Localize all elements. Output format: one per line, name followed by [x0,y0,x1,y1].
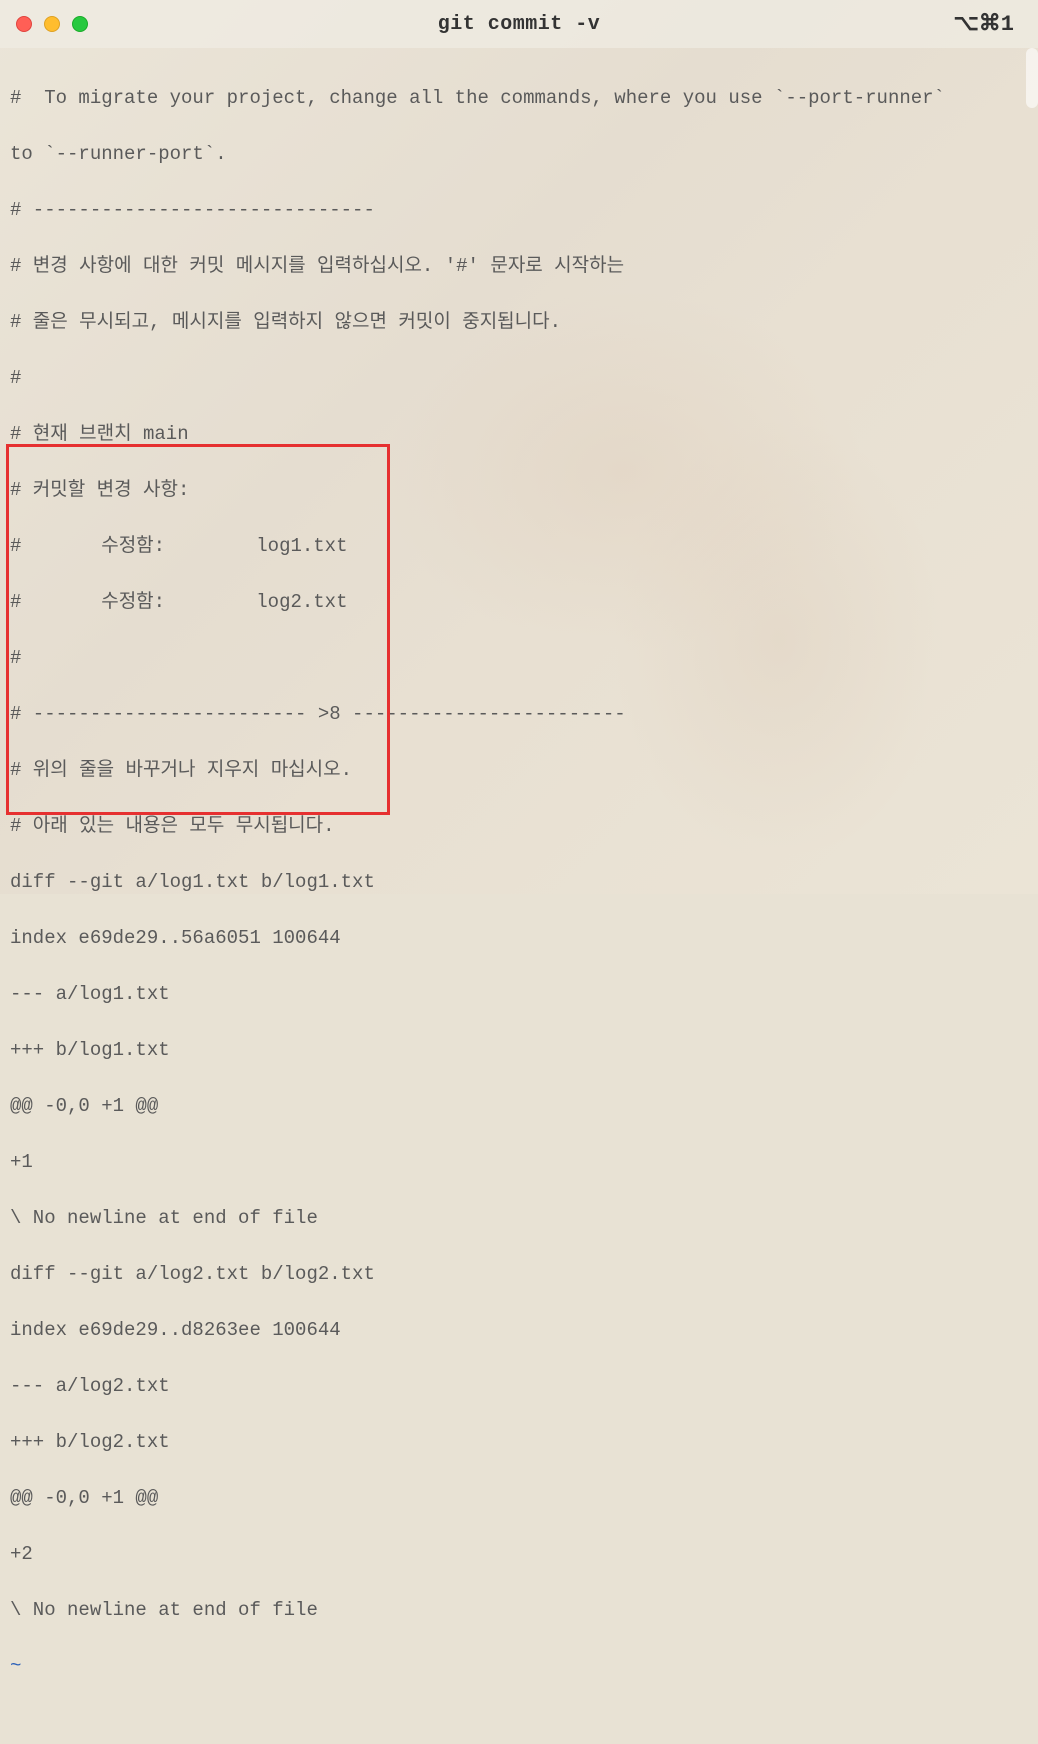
minimize-button[interactable] [44,16,60,32]
commit-msg-line: # To migrate your project, change all th… [10,84,1028,112]
comment-instruction: # 변경 사항에 대한 커밋 메시지를 입력하십시오. '#' 문자로 시작하는 [10,252,1028,280]
comment-file-changed: # 수정함: log2.txt [10,588,1028,616]
diff-no-newline: \ No newline at end of file [10,1204,1028,1232]
close-button[interactable] [16,16,32,32]
comment-changes-header: # 커밋할 변경 사항: [10,476,1028,504]
comment-separator: # ------------------------------ [10,196,1028,224]
diff-hunk: @@ -0,0 +1 @@ [10,1092,1028,1120]
comment-branch: # 현재 브랜치 main [10,420,1028,448]
vim-tilde: ~ [10,1652,1028,1680]
diff-index: index e69de29..56a6051 100644 [10,924,1028,952]
diff-old-file: --- a/log1.txt [10,980,1028,1008]
traffic-lights [16,16,88,32]
diff-new-file: +++ b/log2.txt [10,1428,1028,1456]
diff-header: diff --git a/log1.txt b/log1.txt [10,868,1028,896]
diff-added: +1 [10,1148,1028,1176]
comment-blank: # [10,644,1028,672]
comment-scissor: # ------------------------ >8 ----------… [10,700,1028,728]
comment-instruction: # 줄은 무시되고, 메시지를 입력하지 않으면 커밋이 중지됩니다. [10,308,1028,336]
diff-header: diff --git a/log2.txt b/log2.txt [10,1260,1028,1288]
diff-old-file: --- a/log2.txt [10,1372,1028,1400]
titlebar: git commit -v ⌥⌘1 [0,0,1038,48]
diff-new-file: +++ b/log1.txt [10,1036,1028,1064]
diff-hunk: @@ -0,0 +1 @@ [10,1484,1028,1512]
terminal-content[interactable]: # To migrate your project, change all th… [0,48,1038,1744]
diff-index: index e69de29..d8263ee 100644 [10,1316,1028,1344]
comment-file-changed: # 수정함: log1.txt [10,532,1028,560]
comment-blank: # [10,364,1028,392]
keyboard-shortcut-label: ⌥⌘1 [953,11,1014,37]
terminal-window: git commit -v ⌥⌘1 # To migrate your proj… [0,0,1038,894]
scrollbar[interactable] [1026,48,1038,108]
comment-instruction: # 위의 줄을 바꾸거나 지우지 마십시오. [10,756,1028,784]
comment-instruction: # 아래 있는 내용은 모두 무시됩니다. [10,812,1028,840]
window-title: git commit -v [438,13,601,36]
maximize-button[interactable] [72,16,88,32]
diff-no-newline: \ No newline at end of file [10,1596,1028,1624]
diff-added: +2 [10,1540,1028,1568]
commit-msg-line: to `--runner-port`. [10,140,1028,168]
